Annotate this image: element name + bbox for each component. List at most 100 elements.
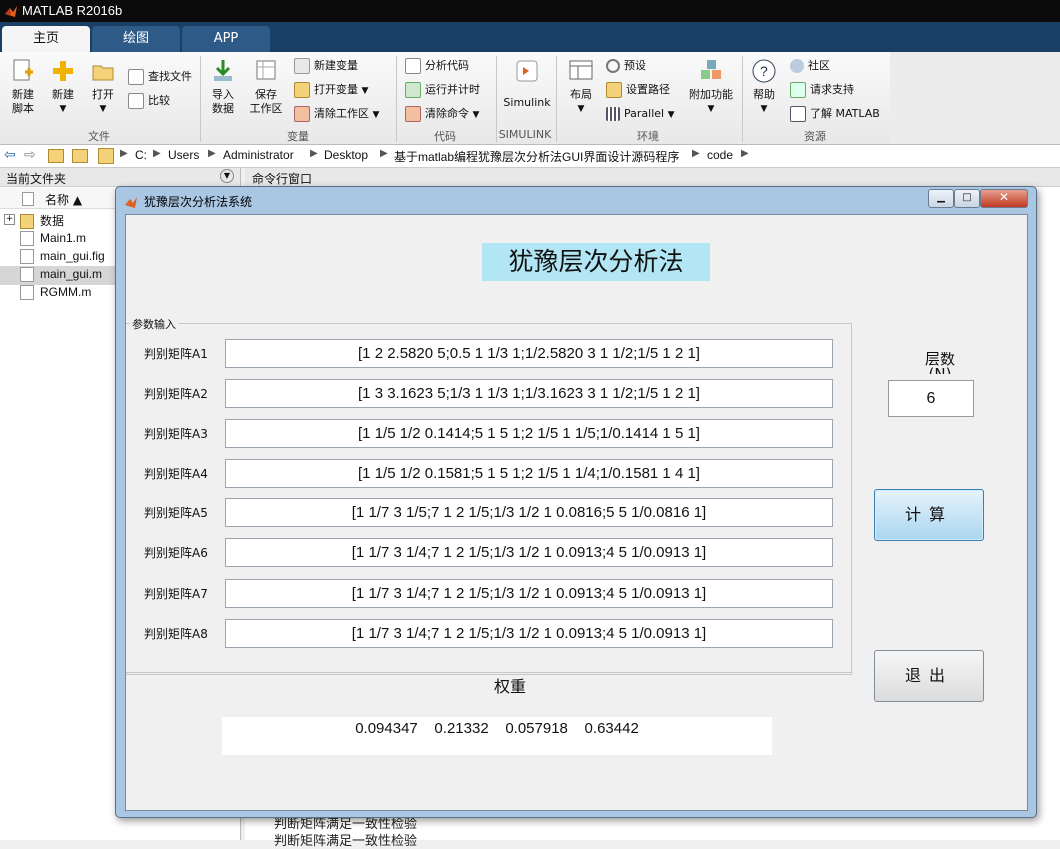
find-files-button[interactable]: 查找文件: [128, 68, 192, 86]
folder-icon: [20, 214, 34, 230]
matlab-logo-icon: [125, 197, 137, 208]
fig-file-icon: [20, 249, 34, 265]
run-and-time-label: 运行并计时: [425, 83, 480, 96]
matrix-a4-input[interactable]: [1 1/5 1/2 0.1581;5 1 5 1;2 1/5 1 1/4;1/…: [225, 459, 833, 488]
matrix-a4-label: 判别矩阵A4: [144, 467, 208, 481]
exit-button[interactable]: 退出: [874, 650, 984, 702]
list-item[interactable]: Main1.m: [20, 231, 86, 247]
folder-icon: [98, 148, 114, 164]
breadcrumb-users[interactable]: Users: [168, 148, 199, 162]
matrix-a8-label: 判别矩阵A8: [144, 627, 208, 641]
save-workspace-button[interactable]: 保存 工作区: [246, 58, 286, 116]
expand-icon[interactable]: +: [4, 214, 15, 225]
compare-icon: [128, 93, 144, 109]
clear-workspace-dropdown-icon: ▼: [372, 110, 380, 120]
close-icon[interactable]: ✕: [980, 189, 1028, 208]
breadcrumb-desktop[interactable]: Desktop: [324, 148, 368, 162]
matrix-a2-input[interactable]: [1 3 3.1623 5;1/3 1 1/3 1;1/3.1623 3 1 1…: [225, 379, 833, 408]
forward-arrow-icon[interactable]: ⇨: [24, 147, 36, 163]
compare-button[interactable]: 比较: [128, 92, 170, 110]
minimize-icon[interactable]: ▁: [928, 189, 954, 208]
heading-banner: 犹豫层次分析法: [482, 243, 710, 281]
breadcrumb-c[interactable]: C:: [135, 148, 147, 162]
clear-commands-button[interactable]: 清除命令 ▼: [405, 105, 479, 123]
add-ons-button[interactable]: 附加功能 ▼: [688, 58, 734, 116]
tab-home[interactable]: 主页: [2, 26, 90, 52]
open-variable-button[interactable]: 打开变量 ▼: [294, 81, 368, 99]
list-item[interactable]: RGMM.m: [20, 285, 91, 301]
address-bar: ⇦ ⇨ ▶ C: ▶ Users ▶ Administrator ▶ Deskt…: [0, 145, 1060, 168]
back-arrow-icon[interactable]: ⇦: [4, 147, 16, 163]
open-folder-icon: [92, 65, 114, 81]
layers-input[interactable]: 6: [888, 380, 974, 417]
preferences-button[interactable]: 预设: [606, 57, 646, 75]
matrix-a6-input[interactable]: [1 1/7 3 1/4;7 1 2 1/5;1/3 1/2 1 0.0913;…: [225, 538, 833, 567]
file-name: main_gui.m: [40, 267, 103, 281]
add-ons-cubes-icon: [701, 60, 721, 79]
request-support-label: 请求支持: [810, 83, 854, 96]
browse-folder-icon[interactable]: [72, 149, 88, 163]
layers-label: 层数 (N): [924, 352, 955, 374]
request-support-button[interactable]: 请求支持: [790, 81, 854, 99]
matrix-a5-input[interactable]: [1 1/7 3 1/5;7 1 2 1/5;1/3 1/2 1 0.0816;…: [225, 498, 833, 527]
name-column-header[interactable]: 名称 ▲: [45, 191, 82, 208]
learn-matlab-label: 了解 MATLAB: [810, 107, 880, 120]
maximize-icon[interactable]: □: [954, 189, 980, 208]
simulink-label: Simulink: [503, 96, 551, 109]
tab-apps[interactable]: APP: [182, 26, 270, 52]
clear-commands-label: 清除命令: [425, 107, 469, 120]
open-button[interactable]: 打开 ▼: [86, 58, 120, 116]
preferences-label: 预设: [624, 59, 646, 72]
help-dropdown-icon: ▼: [760, 104, 768, 114]
new-dropdown-icon: ▼: [59, 104, 67, 114]
analyze-code-button[interactable]: 分析代码: [405, 57, 469, 75]
matrix-a3-input[interactable]: [1 1/5 1/2 0.1414;5 1 5 1;2 1/5 1 1/5;1/…: [225, 419, 833, 448]
file-type-column-icon: [22, 192, 34, 206]
simulink-button[interactable]: Simulink: [502, 58, 552, 110]
tab-plots[interactable]: 绘图: [92, 26, 180, 52]
list-item-selected[interactable]: main_gui.m: [20, 267, 103, 283]
set-path-button[interactable]: 设置路径: [606, 81, 670, 99]
clear-workspace-icon: [294, 106, 310, 122]
breadcrumb-separator: ▶: [692, 148, 700, 159]
new-variable-button[interactable]: 新建变量: [294, 57, 358, 75]
help-button[interactable]: ? 帮助 ▼: [748, 58, 780, 116]
gear-icon: [606, 59, 620, 73]
dialog-body: 犹豫层次分析法 参数输入 判别矩阵A1 [1 2 2.5820 5;0.5 1 …: [125, 214, 1028, 811]
analyze-code-label: 分析代码: [425, 59, 469, 72]
clear-workspace-button[interactable]: 清除工作区 ▼: [294, 105, 379, 123]
parallel-button[interactable]: Parallel ▼: [606, 105, 675, 123]
matrix-a8-input[interactable]: [1 1/7 3 1/4;7 1 2 1/5;1/3 1/2 1 0.0913;…: [225, 619, 833, 648]
list-item[interactable]: main_gui.fig: [20, 249, 105, 265]
up-folder-icon[interactable]: [48, 149, 64, 163]
command-window-header: 命令行窗口: [245, 168, 1060, 187]
find-files-label: 查找文件: [148, 70, 192, 83]
new-script-button[interactable]: 新建 脚本: [6, 58, 40, 116]
panel-menu-icon[interactable]: ▼: [220, 169, 234, 183]
list-item[interactable]: 数据: [20, 212, 64, 230]
import-data-button[interactable]: 导入 数据: [206, 58, 240, 116]
breadcrumb-project-folder[interactable]: 基于matlab编程犹豫层次分析法GUI界面设计源码程序: [394, 148, 679, 165]
new-button[interactable]: 新建 ▼: [46, 58, 80, 116]
compare-label: 比较: [148, 94, 170, 107]
learn-matlab-button[interactable]: 了解 MATLAB: [790, 105, 880, 123]
breadcrumb-separator: ▶: [380, 148, 388, 159]
section-environment-label: 环境: [637, 130, 659, 143]
community-label: 社区: [808, 59, 830, 72]
simulink-icon: [516, 60, 538, 82]
community-button[interactable]: 社区: [790, 57, 830, 75]
layout-button[interactable]: 布局 ▼: [564, 58, 598, 116]
run-and-time-button[interactable]: 运行并计时: [405, 81, 480, 99]
breadcrumb-administrator[interactable]: Administrator: [223, 148, 294, 162]
add-ons-dropdown-icon: ▼: [707, 104, 715, 114]
matrix-a1-label: 判别矩阵A1: [144, 347, 208, 361]
breadcrumb-code[interactable]: code: [707, 148, 733, 162]
clear-workspace-label: 清除工作区: [314, 107, 369, 120]
new-script-icon: [13, 59, 33, 81]
learn-matlab-icon: [790, 106, 806, 122]
matrix-a7-input[interactable]: [1 1/7 3 1/4;7 1 2 1/5;1/3 1/2 1 0.0913;…: [225, 579, 833, 608]
open-variable-icon: [294, 82, 310, 98]
find-files-icon: [128, 69, 144, 85]
matrix-a1-input[interactable]: [1 2 2.5820 5;0.5 1 1/3 1;1/2.5820 3 1 1…: [225, 339, 833, 368]
calculate-button[interactable]: 计算: [874, 489, 984, 541]
